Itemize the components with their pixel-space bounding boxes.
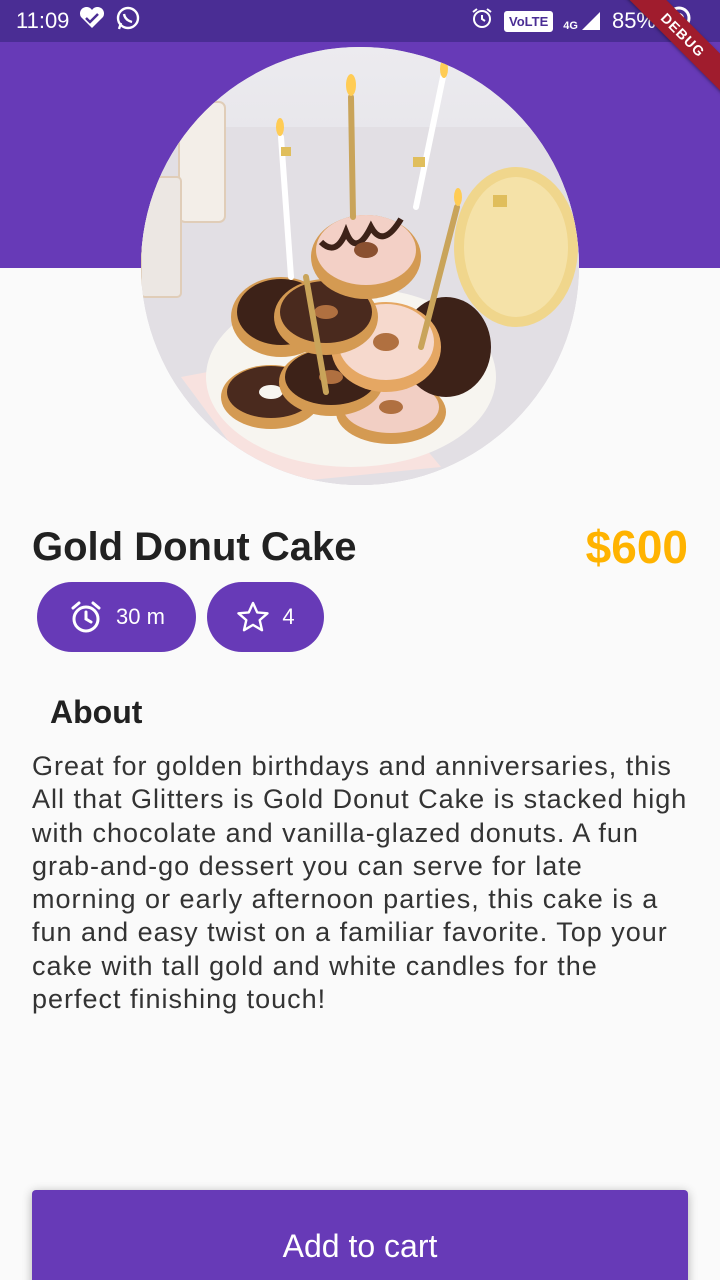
alarm-icon <box>470 6 494 36</box>
product-price: $600 <box>585 521 688 573</box>
health-heart-icon <box>79 6 105 35</box>
network-signal-icon: 4G <box>563 10 602 32</box>
alarm-clock-icon <box>68 599 104 635</box>
about-description: Great for golden birthdays and anniversa… <box>32 751 688 1015</box>
info-chips: 30 m 4 <box>37 582 324 652</box>
product-image <box>141 47 579 485</box>
status-left: 11:09 <box>16 5 141 37</box>
prep-time-value: 30 m <box>116 604 165 629</box>
prep-time-chip[interactable]: 30 m <box>37 582 196 652</box>
donut-cake-photo <box>141 47 579 485</box>
volte-badge: VoLTE <box>504 10 554 32</box>
rating-chip[interactable]: 4 <box>207 582 324 652</box>
status-time: 11:09 <box>16 8 70 33</box>
status-bar: 11:09 VoLTE 4G 85% <box>0 0 720 42</box>
star-icon <box>236 600 270 634</box>
product-title: Gold Donut Cake <box>32 524 357 569</box>
whatsapp-icon <box>115 5 141 37</box>
rating-value: 4 <box>282 604 295 629</box>
network-type: 4G <box>563 20 578 32</box>
title-row: Gold Donut Cake $600 <box>32 520 688 574</box>
about-heading: About <box>50 694 143 730</box>
add-to-cart-button[interactable]: Add to cart <box>32 1190 688 1280</box>
